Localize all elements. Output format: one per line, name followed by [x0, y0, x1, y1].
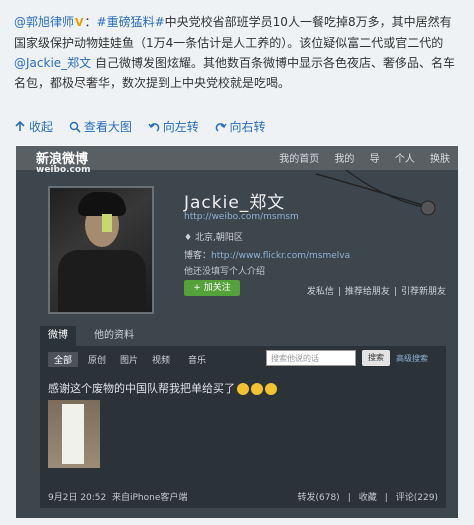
view-large-button[interactable]: 查看大图 — [69, 118, 132, 135]
favorite-label: 收藏 — [358, 493, 377, 503]
view-large-label: 查看大图 — [83, 120, 132, 134]
rotate-right-button[interactable]: 向右转 — [215, 118, 266, 135]
nav-home: 我的首页 — [279, 154, 320, 165]
weibo-entry-text: 感谢这个废物的中国队帮我把单给买了 — [48, 380, 277, 396]
image-actions: 收起 查看大图 向左转 向右转 — [14, 118, 278, 138]
filter-bar: 全部 原创 图片 视频 音乐 搜索他说的话 搜索 高级搜索 — [40, 346, 446, 372]
weibo-entry: 感谢这个废物的中国队帮我把单给买了 9月2日 20:52 来自iPhone客户端… — [40, 372, 446, 508]
location-icon: ♦ — [184, 233, 193, 243]
receipt-photo — [48, 400, 100, 468]
weibo-logo: 新浪微博 weibo.com — [36, 152, 91, 175]
weibo-post: @郭旭律师V：#重磅猛料#中央党校省部班学员10人一餐吃掉8万多，其中居然有国家… — [0, 0, 474, 525]
profile-location: ♦ 北京,朝阳区 — [184, 233, 243, 243]
filter-music: 音乐 — [188, 356, 207, 366]
embedded-screenshot: 新浪微博 weibo.com 我的首页 我的 导 个人 换肤 Jackie_郑文 … — [16, 145, 458, 518]
collapse-label: 收起 — [29, 120, 54, 134]
profile-url: http://weibo.com/msmsm — [184, 212, 299, 222]
rotate-left-button[interactable]: 向左转 — [148, 118, 199, 135]
profile-desc: 他还没填写个人介绍 — [184, 267, 266, 277]
collapse-button[interactable]: 收起 — [14, 118, 53, 135]
repost-count: 转发(678) — [297, 493, 340, 503]
filter-images: 图片 — [120, 356, 139, 366]
filter-video: 视频 — [152, 356, 171, 366]
weibo-entry-meta: 9月2日 20:52 来自iPhone客户端 — [48, 493, 188, 503]
filter-original: 原创 — [88, 356, 107, 366]
emoticon-icon — [237, 383, 249, 395]
profile-name: Jackie_郑文 — [184, 193, 286, 213]
profile-panel: Jackie_郑文 http://weibo.com/msmsm ♦ 北京,朝阳… — [16, 174, 458, 314]
profile-links: 发私信 | 推荐给朋友 | 引荐新朋友 — [306, 287, 446, 297]
tab-info: 他的资料 — [94, 330, 134, 341]
filter-all: 全部 — [48, 352, 79, 367]
hashtag-link[interactable]: #重磅猛料# — [97, 15, 165, 29]
rotate-right-icon — [215, 121, 227, 133]
rotate-left-icon — [148, 121, 160, 133]
rotate-right-label: 向右转 — [229, 120, 266, 134]
vip-badge-icon: V — [75, 16, 84, 29]
nav-personal: 个人 — [394, 154, 415, 165]
tab-weibo: 微博 — [40, 326, 76, 346]
mention-link[interactable]: @Jackie_郑文 — [14, 56, 91, 70]
comment-count: 评论(229) — [395, 493, 438, 503]
post-text: @郭旭律师V：#重磅猛料#中央党校省部班学员10人一餐吃掉8万多，其中居然有国家… — [14, 12, 462, 93]
profile-avatar — [48, 186, 154, 314]
follow-button: + 加关注 — [184, 280, 240, 296]
weibo-entry-actions: 转发(678) | 收藏 | 评论(229) — [297, 493, 438, 503]
post-colon: ： — [84, 15, 97, 29]
advanced-search-link: 高级搜索 — [396, 354, 428, 363]
emoticon-icon — [251, 383, 263, 395]
rotate-left-label: 向左转 — [162, 120, 199, 134]
magnifier-icon — [69, 121, 81, 133]
weibo-topbar: 新浪微博 weibo.com 我的首页 我的 导 个人 换肤 — [16, 146, 458, 175]
top-nav: 我的首页 我的 导 个人 换肤 — [267, 150, 450, 165]
profile-blog: 博客：http://www.flickr.com/msmelva — [184, 251, 351, 261]
collapse-icon — [14, 120, 26, 133]
emoticon-icon — [265, 383, 277, 395]
nav-guide: 导 — [369, 154, 380, 165]
profile-tabs: 微博 他的资料 — [40, 326, 446, 346]
nav-skin: 换肤 — [430, 154, 450, 165]
search-button: 搜索 — [362, 350, 390, 366]
nav-mine: 我的 — [334, 154, 355, 165]
author-link[interactable]: @郭旭律师 — [14, 15, 74, 29]
search-input: 搜索他说的话 — [266, 350, 356, 366]
